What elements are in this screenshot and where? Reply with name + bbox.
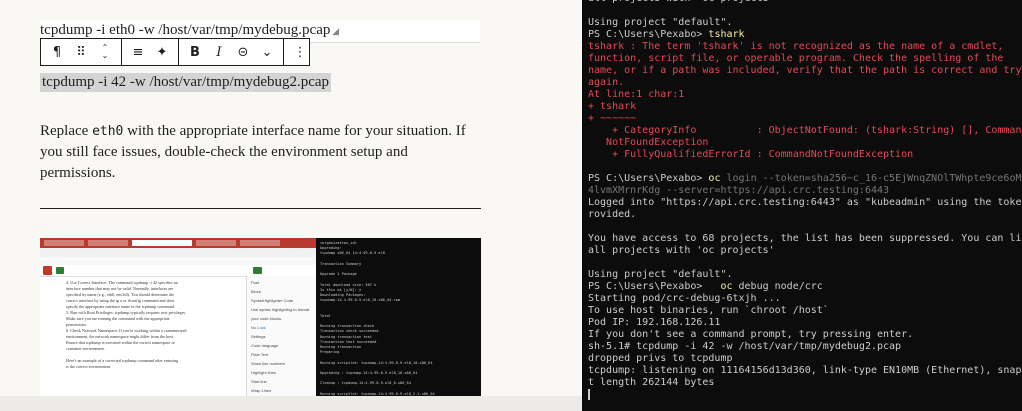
- terminal-line: PS C:\Users\Pexabo> oc debug node/crc: [588, 281, 823, 292]
- terminal-line: PS C:\Users\Pexabo> oc login --token=sha…: [588, 173, 1022, 184]
- embedded-terminal-line: Transaction test succeeded.: [320, 339, 379, 344]
- embedded-terminal: <organization_id> Upgrading: tcpdump x86_6…: [316, 238, 481, 411]
- link-icon[interactable]: ⊝: [231, 39, 255, 65]
- terminal-line: tcpdump: listening on 11164156d13d360, l…: [588, 365, 1022, 376]
- embedded-sidebar-line: Wrap Lines: [251, 388, 272, 393]
- paragraph-icon[interactable]: ¶: [45, 39, 69, 65]
- embedded-sidebar: Post Block SyntaxHighlighter Code Use synta…: [246, 276, 317, 411]
- embedded-terminal-line: Running transaction check: [320, 324, 375, 329]
- embedded-sidebar-line: your code blocks.: [251, 316, 283, 321]
- more-formats-icon[interactable]: ⌄: [255, 39, 279, 65]
- separator-block[interactable]: [40, 208, 481, 209]
- embedded-sidebar-line: Highlight lines: [251, 370, 276, 375]
- embedded-sidebar-line: Code language: [251, 343, 279, 348]
- terminal-line: PS C:\Users\Pexabo> tshark: [588, 29, 745, 40]
- embedded-terminal-line: Transaction check succeeded.: [320, 329, 381, 334]
- embedded-terminal-line: Upgrade 1 Package: [320, 272, 357, 277]
- terminal-line: function, script file, or operable progr…: [588, 53, 1004, 64]
- terminal-line: Starting pod/crc-debug-6txjh ...: [588, 293, 781, 304]
- terminal-line: t length 262144 bytes: [588, 377, 715, 388]
- options-group: ⋮: [284, 39, 316, 65]
- drag-handle-icon[interactable]: ⠿: [69, 39, 93, 65]
- embedded-sidebar-line: Settings: [251, 334, 266, 339]
- code-block-line-2[interactable]: tcpdump -i 42 -w /host/var/tmp/mydebug2.…: [40, 73, 332, 92]
- code-line-1-text: tcpdump -i eth0 -w /host/var/tmp/mydebug…: [40, 22, 331, 38]
- embedded-terminal-line: tcpdump x86_64 14:4.99.0-9.el8: [320, 251, 385, 256]
- embedded-content-line: is the correct environment:: [66, 364, 111, 369]
- embedded-terminal-line: Downloading Packages:: [320, 293, 366, 297]
- terminal-line: + tshark: [588, 101, 637, 112]
- para-before: Replace: [40, 123, 93, 139]
- transform-icon[interactable]: ✦: [150, 39, 174, 65]
- terminal-line: Logged into "https://api.crc.testing:644…: [588, 197, 1022, 208]
- embedded-content-text: 4. Use Correct Interface: The command tc…: [66, 280, 244, 370]
- powershell-terminal[interactable]: all projects with 'oc projects' Using pro…: [582, 0, 1022, 411]
- terminal-line: all projects with 'oc projects': [588, 0, 775, 5]
- embedded-screenshot-image[interactable]: 4. Use Correct Interface: The command tc…: [40, 238, 481, 411]
- embedded-sidebar-line: No Lock: [251, 325, 266, 330]
- embedded-terminal-line: Upgrading:: [320, 246, 342, 251]
- embedded-terminal-line: tcpdump-14.4.99.0-9.el8_10.x86_64.rpm: [320, 298, 401, 303]
- terminal-line: To use host binaries, run `chroot /host`: [588, 305, 829, 316]
- block-type-group: ¶ ⠿ ⌃ ⌄: [41, 39, 122, 65]
- terminal-line: + ~~~~~~: [588, 113, 637, 124]
- terminal-line: Using project "default".: [588, 17, 733, 28]
- terminal-line: + CategoryInfo : ObjectNotFound: (tshark…: [588, 125, 1022, 136]
- terminal-line: tshark : The term 'tshark' is not recogn…: [588, 41, 1004, 52]
- align-icon[interactable]: ≡: [126, 39, 150, 65]
- terminal-line: You have access to 68 projects, the list…: [588, 233, 1022, 244]
- resize-handle-icon[interactable]: ◢: [332, 27, 339, 37]
- terminal-line: all projects with 'oc projects': [588, 245, 775, 256]
- embedded-tab-bar: [40, 238, 316, 248]
- move-up-down-icon[interactable]: ⌃ ⌄: [93, 39, 117, 65]
- embedded-sidebar-line: Use syntax highlighting to format: [251, 307, 310, 312]
- embedded-sidebar-line: Post: [251, 280, 260, 285]
- embedded-terminal-line: Upgrading : tcpdump-14:4.99.0-9.el8_10.x…: [320, 371, 418, 375]
- embedded-terminal-line: <organization_id>: [320, 241, 357, 245]
- terminal-line: Pod IP: 192.168.126.11: [588, 317, 721, 328]
- embedded-terminal-line: Cleanup : tcpdump-14:4.99.0-9.el8_6.x86_…: [320, 381, 411, 386]
- embedded-sidebar-line: SyntaxHighlighter Code: [251, 298, 294, 303]
- terminal-line: At line:1 char:1: [588, 89, 685, 100]
- editor-bottom-strip: [0, 396, 582, 411]
- embedded-terminal-line: Running scriptlet: tcpdump-14:4.99.0-9.e…: [320, 360, 433, 365]
- embedded-terminal-line: Running transaction: [320, 345, 362, 349]
- inline-code: eth0: [92, 124, 124, 139]
- embedded-terminal-line: Total: [320, 313, 331, 318]
- options-icon[interactable]: ⋮: [288, 39, 312, 65]
- terminal-line: Using project "default".: [588, 269, 733, 280]
- embedded-save-button: [253, 267, 262, 274]
- format-group: B I ⊝ ⌄: [179, 39, 284, 65]
- embedded-sidebar-line: Show line numbers: [251, 361, 286, 366]
- embedded-sidebar-line: Plain Text: [251, 352, 269, 357]
- editor-panel: tcpdump -i eth0 -w /host/var/tmp/mydebug…: [0, 0, 582, 411]
- block-toolbar: ¶ ⠿ ⌃ ⌄ ≡ ✦ B I ⊝ ⌄ ⋮: [40, 38, 310, 66]
- embedded-sidebar-line: Block: [251, 289, 261, 294]
- bold-button[interactable]: B: [183, 39, 207, 65]
- embedded-terminal-line: Running transaction test: [320, 334, 372, 339]
- terminal-line: sh-5.1# tcpdump -i 42 -w /host/var/tmp/m…: [588, 341, 902, 352]
- embedded-sidebar-line: Start line: [251, 379, 267, 384]
- terminal-line: + FullyQualifiedErrorId : CommandNotFoun…: [588, 149, 914, 160]
- terminal-cursor: [588, 389, 590, 400]
- terminal-line: If you don't see a command prompt, try p…: [588, 329, 914, 340]
- terminal-line: dropped privs to tcpdump: [588, 353, 733, 364]
- terminal-line: again.: [588, 77, 625, 88]
- paragraph-block[interactable]: Replace eth0 with the appropriate interf…: [40, 121, 485, 184]
- terminal-line: name, or if a path was included, verify …: [588, 65, 1022, 76]
- italic-button[interactable]: I: [207, 39, 231, 65]
- terminal-line: 4lvmXMrnrKdg --server=https://api.crc.te…: [588, 185, 890, 196]
- align-group: ≡ ✦: [122, 39, 179, 65]
- terminal-line: NotFoundException: [588, 137, 709, 148]
- embedded-add-icon: [56, 267, 64, 274]
- embedded-bookmarks-bar: [40, 257, 316, 265]
- embedded-terminal-line: Transaction Summary: [320, 261, 362, 266]
- embedded-terminal-line: Preparing: [320, 350, 340, 355]
- embedded-terminal-line: Is this ok [y/N]: y: [320, 287, 362, 292]
- terminal-line: rovided.: [588, 209, 637, 220]
- embedded-avatar: [43, 266, 52, 275]
- embedded-terminal-line: Total download size: 507 k: [320, 282, 377, 287]
